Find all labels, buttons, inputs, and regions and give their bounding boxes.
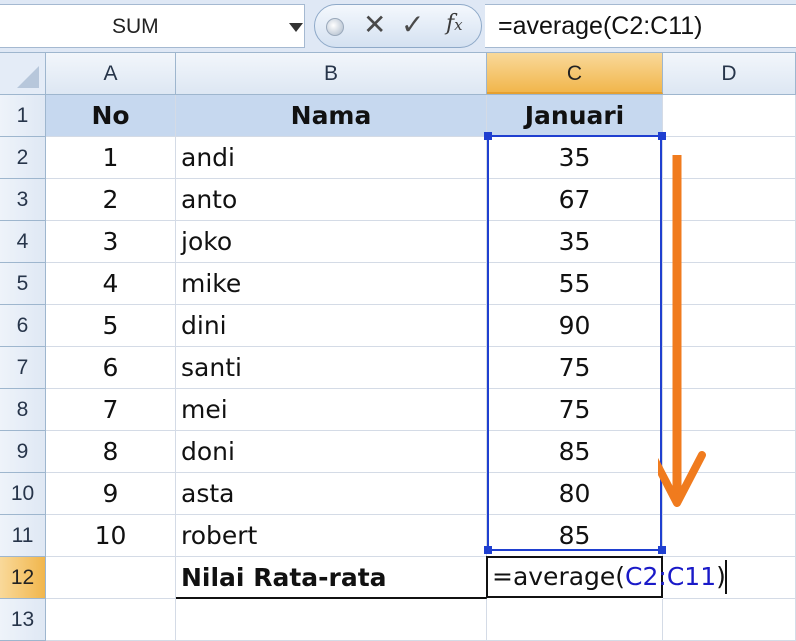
cell-nama[interactable]: joko: [176, 221, 487, 263]
cell-januari[interactable]: 67: [487, 179, 663, 221]
cell-nama[interactable]: asta: [176, 473, 487, 515]
column-header-row: A B C D: [0, 53, 796, 95]
grip-icon: [326, 18, 344, 36]
cell-summary-label[interactable]: Nilai Rata-rata: [176, 557, 487, 599]
row-header[interactable]: 12: [0, 557, 46, 599]
row-header[interactable]: 8: [0, 389, 46, 431]
column-header-a[interactable]: A: [46, 53, 176, 94]
cell-no[interactable]: 5: [46, 305, 176, 347]
column-header-b[interactable]: B: [176, 53, 487, 94]
cell-januari[interactable]: 90: [487, 305, 663, 347]
down-arrow-annotation: [658, 155, 706, 507]
cell-januari[interactable]: 75: [487, 347, 663, 389]
cell-januari[interactable]: 80: [487, 473, 663, 515]
row-header[interactable]: 2: [0, 137, 46, 179]
active-cell-c12[interactable]: =average(C2:C11): [486, 556, 727, 598]
cancel-icon[interactable]: ✕: [363, 8, 386, 41]
row-header[interactable]: 4: [0, 221, 46, 263]
cell-nama[interactable]: mei: [176, 389, 487, 431]
cell-januari[interactable]: 55: [487, 263, 663, 305]
cell-empty[interactable]: [46, 557, 176, 599]
cell-nama[interactable]: dini: [176, 305, 487, 347]
cell-no[interactable]: 4: [46, 263, 176, 305]
formula-input[interactable]: =average(C2:C11): [485, 4, 796, 48]
row-header[interactable]: 13: [0, 599, 46, 641]
cell-nama[interactable]: anto: [176, 179, 487, 221]
row-header[interactable]: 9: [0, 431, 46, 473]
cell-nama[interactable]: santi: [176, 347, 487, 389]
column-header-c[interactable]: C: [487, 53, 663, 94]
cell-header-no[interactable]: No: [46, 95, 176, 137]
range-handle-top-left[interactable]: [484, 132, 492, 140]
cell-header-januari[interactable]: Januari: [487, 95, 663, 137]
row-header[interactable]: 7: [0, 347, 46, 389]
active-cell-formula: =average(C2:C11): [492, 562, 726, 591]
cell-empty[interactable]: [663, 95, 796, 137]
row-header[interactable]: 11: [0, 515, 46, 557]
cell-no[interactable]: 6: [46, 347, 176, 389]
formula-range-ref: C2:C11: [625, 562, 717, 591]
formula-text: =average(C2:C11): [498, 12, 703, 40]
row-header[interactable]: 3: [0, 179, 46, 221]
row-header[interactable]: 10: [0, 473, 46, 515]
name-box-value: SUM: [112, 15, 159, 38]
cell-header-nama[interactable]: Nama: [176, 95, 487, 137]
cell-empty[interactable]: [176, 599, 487, 641]
range-handle-bottom-left[interactable]: [484, 546, 492, 554]
text-caret: [725, 560, 727, 594]
cell-no[interactable]: 1: [46, 137, 176, 179]
formula-bar: SUM ✕ ✓ fx =average(C2:C11): [0, 0, 796, 53]
column-header-d[interactable]: D: [663, 53, 796, 94]
select-all-corner[interactable]: [0, 53, 46, 94]
cell-nama[interactable]: mike: [176, 263, 487, 305]
formula-buttons: ✕ ✓ fx: [314, 4, 482, 48]
cell-empty[interactable]: [46, 599, 176, 641]
cell-januari[interactable]: 85: [487, 431, 663, 473]
cell-januari[interactable]: 85: [487, 515, 663, 557]
cell-no[interactable]: 9: [46, 473, 176, 515]
row-header[interactable]: 6: [0, 305, 46, 347]
row-header[interactable]: 5: [0, 263, 46, 305]
range-handle-bottom-right[interactable]: [658, 546, 666, 554]
dropdown-arrow-icon[interactable]: [289, 23, 303, 32]
cell-nama[interactable]: andi: [176, 137, 487, 179]
cell-januari[interactable]: 35: [487, 137, 663, 179]
cell-empty[interactable]: [487, 599, 663, 641]
cell-no[interactable]: 8: [46, 431, 176, 473]
range-handle-top-right[interactable]: [658, 132, 666, 140]
cell-januari[interactable]: 75: [487, 389, 663, 431]
cell-no[interactable]: 3: [46, 221, 176, 263]
cell-januari[interactable]: 35: [487, 221, 663, 263]
cell-no[interactable]: 7: [46, 389, 176, 431]
cell-nama[interactable]: doni: [176, 431, 487, 473]
cell-empty[interactable]: [663, 599, 796, 641]
cell-no[interactable]: 10: [46, 515, 176, 557]
cell-no[interactable]: 2: [46, 179, 176, 221]
name-box[interactable]: SUM: [0, 4, 305, 48]
function-fx-icon[interactable]: fx: [446, 11, 463, 36]
formula-prefix: =average(: [492, 562, 626, 591]
enter-check-icon[interactable]: ✓: [401, 8, 424, 41]
select-all-icon: [17, 66, 39, 88]
row-header[interactable]: 1: [0, 95, 46, 137]
cell-empty[interactable]: [663, 515, 796, 557]
cell-nama[interactable]: robert: [176, 515, 487, 557]
